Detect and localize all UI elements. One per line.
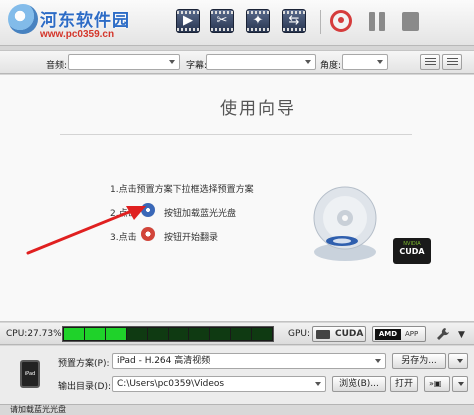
cpu-meter-segment — [84, 328, 105, 340]
save-as-dropdown-button[interactable] — [448, 353, 468, 369]
cuda-label: CUDA — [399, 247, 425, 256]
chevron-down-icon — [169, 60, 175, 64]
amd-app-toggle-button[interactable]: AMD APP — [372, 326, 426, 342]
cpu-meter-segment — [105, 328, 126, 340]
gpu-label: GPU: — [288, 329, 311, 339]
chevron-down-icon — [305, 60, 311, 64]
pause-button[interactable] — [369, 12, 385, 31]
snapshot-dropdown-button[interactable] — [452, 376, 468, 392]
cpu-meter-segment — [231, 328, 252, 340]
merge-icon: ⇆ — [288, 13, 300, 28]
wrench-icon[interactable] — [436, 327, 450, 341]
watermark-title: 河东软件园 — [40, 11, 130, 31]
status-text: 请加载蓝光光盘 — [10, 405, 66, 414]
status-bar — [0, 404, 474, 415]
bluray-disc-icon — [313, 186, 377, 261]
cpu-meter-segment — [252, 328, 273, 340]
angle-label: 角度: — [320, 61, 342, 71]
profile-select[interactable]: iPad - H.264 高清视频 — [112, 353, 386, 369]
profile-label: 预置方案(P): — [58, 359, 110, 369]
ipad-device-icon: iPad — [20, 360, 40, 388]
effect-icon: ✦ — [252, 13, 264, 28]
clip-button[interactable]: ✂ — [210, 9, 234, 33]
wizard-divider — [60, 134, 412, 135]
output-dir-value: C:\Users\pc0359\Videos — [117, 379, 225, 389]
wizard-step-1: 1.点击预置方案下拉框选择预置方案 — [110, 185, 254, 195]
app-label: APP — [405, 330, 419, 338]
clip-icon: ✂ — [216, 13, 228, 28]
cpu-meter-segment — [147, 328, 168, 340]
watermark-url: www.pc0359.cn — [40, 29, 115, 40]
chevron-down-icon — [458, 382, 464, 386]
audio-select[interactable] — [68, 54, 180, 70]
chevron-down-icon — [457, 359, 463, 363]
amd-logo-label: AMD — [375, 329, 401, 340]
browse-button[interactable]: 浏览(B)... — [332, 376, 386, 392]
wizard-step-2-suffix: 按钮加载蓝光光盘 — [164, 209, 237, 219]
nvidia-cuda-badge: NVIDIA CUDA — [393, 238, 431, 264]
cpu-meter-segment — [210, 328, 231, 340]
add-video-button[interactable]: ▶ — [176, 9, 200, 33]
cpu-meter-segment — [189, 328, 210, 340]
effect-button[interactable]: ✦ — [246, 9, 270, 33]
wizard-title: 使用向导 — [220, 99, 296, 119]
merge-button[interactable]: ⇆ — [282, 9, 306, 33]
list-view-button[interactable] — [420, 54, 440, 70]
cpu-meter-segment — [126, 328, 147, 340]
cpu-meter-segment — [64, 328, 84, 340]
output-dir-select[interactable]: C:\Users\pc0359\Videos — [112, 376, 326, 392]
cpu-usage-meter — [62, 326, 274, 342]
browse-label: 浏览(B)... — [339, 379, 379, 389]
convert-button[interactable] — [330, 10, 352, 32]
gpu-card-icon — [316, 330, 330, 339]
add-video-icon: ▶ — [183, 13, 193, 28]
watermark-logo-icon — [8, 4, 38, 34]
cuda-toggle-label: CUDA — [335, 329, 364, 339]
snapshot-button[interactable]: »▣ — [424, 376, 450, 392]
snapshot-icon: »▣ — [429, 379, 442, 388]
annotation-arrow-icon — [26, 206, 146, 255]
audio-label: 音频: — [46, 61, 68, 71]
toolbar-divider — [320, 10, 321, 34]
angle-select[interactable] — [342, 54, 388, 70]
cpu-meter-segment — [168, 328, 189, 340]
output-dir-label: 输出目录(D): — [58, 382, 111, 392]
detail-view-button[interactable] — [442, 54, 462, 70]
profile-select-value: iPad - H.264 高清视频 — [117, 356, 211, 366]
save-as-button[interactable]: 另存为... — [392, 353, 446, 369]
more-options-button[interactable]: ▼ — [458, 330, 465, 340]
save-as-label: 另存为... — [401, 356, 437, 366]
chevron-down-icon — [377, 60, 383, 64]
subtitle-select[interactable] — [206, 54, 316, 70]
cuda-toggle-button[interactable]: CUDA — [312, 326, 366, 342]
chevron-down-icon — [315, 382, 321, 386]
subtitle-label: 字幕: — [186, 61, 208, 71]
open-label: 打开 — [394, 379, 413, 389]
chevron-down-icon — [375, 359, 381, 363]
stop-button[interactable] — [402, 12, 419, 31]
cpu-usage-label: CPU:27.73% — [6, 329, 62, 339]
device-icon-label: iPad — [24, 371, 36, 377]
wizard-step-3-suffix: 按钮开始翻录 — [164, 233, 219, 243]
open-folder-button[interactable]: 打开 — [390, 376, 418, 392]
